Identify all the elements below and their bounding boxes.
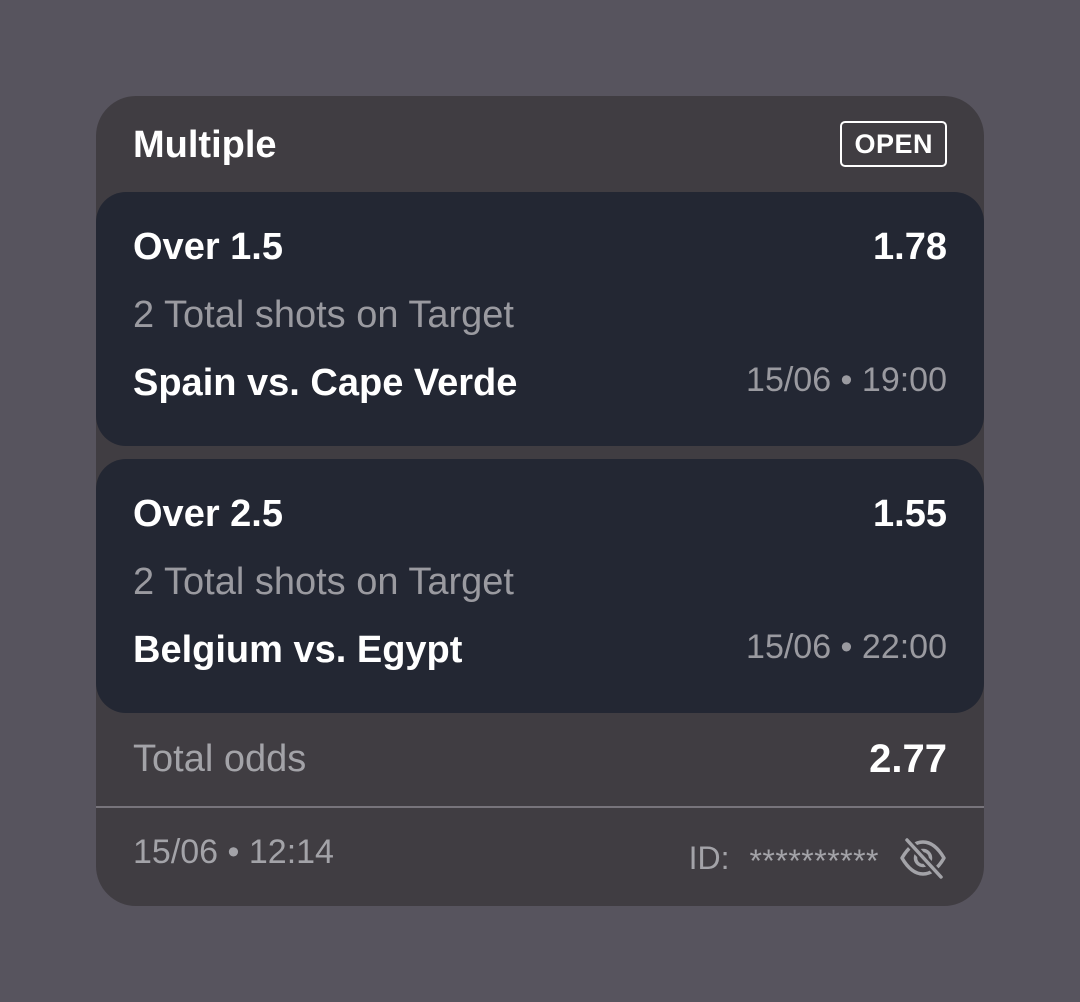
- bet-card-header: Multiple OPEN: [96, 96, 984, 192]
- bet-leg[interactable]: Over 1.5 1.78 2 Total shots on Target Sp…: [96, 192, 984, 446]
- leg-odds: 1.55: [873, 491, 947, 537]
- leg-datetime: 15/06 • 22:00: [746, 625, 947, 669]
- leg-datetime: 15/06 • 19:00: [746, 358, 947, 402]
- leg-market: 2 Total shots on Target: [133, 559, 514, 605]
- leg-match: Belgium vs. Egypt: [133, 627, 462, 673]
- leg-match: Spain vs. Cape Verde: [133, 360, 517, 406]
- leg-odds: 1.78: [873, 224, 947, 270]
- status-badge: OPEN: [840, 121, 947, 167]
- divider: [96, 806, 984, 808]
- bet-type-title: Multiple: [133, 122, 277, 168]
- bet-leg[interactable]: Over 2.5 1.55 2 Total shots on Target Be…: [96, 459, 984, 713]
- leg-selection: Over 2.5: [133, 491, 283, 537]
- total-odds-label: Total odds: [133, 736, 306, 782]
- bet-card[interactable]: Multiple OPEN Over 1.5 1.78 2 Total shot…: [96, 96, 984, 906]
- bet-id: ID: **********: [689, 833, 947, 883]
- leg-market: 2 Total shots on Target: [133, 292, 514, 338]
- leg-selection: Over 1.5: [133, 224, 283, 270]
- bet-id-value: **********: [749, 843, 879, 880]
- total-odds-value: 2.77: [869, 736, 947, 782]
- bet-id-label: ID:: [689, 840, 730, 877]
- placed-datetime: 15/06 • 12:14: [133, 830, 334, 874]
- eye-off-icon[interactable]: [899, 836, 947, 880]
